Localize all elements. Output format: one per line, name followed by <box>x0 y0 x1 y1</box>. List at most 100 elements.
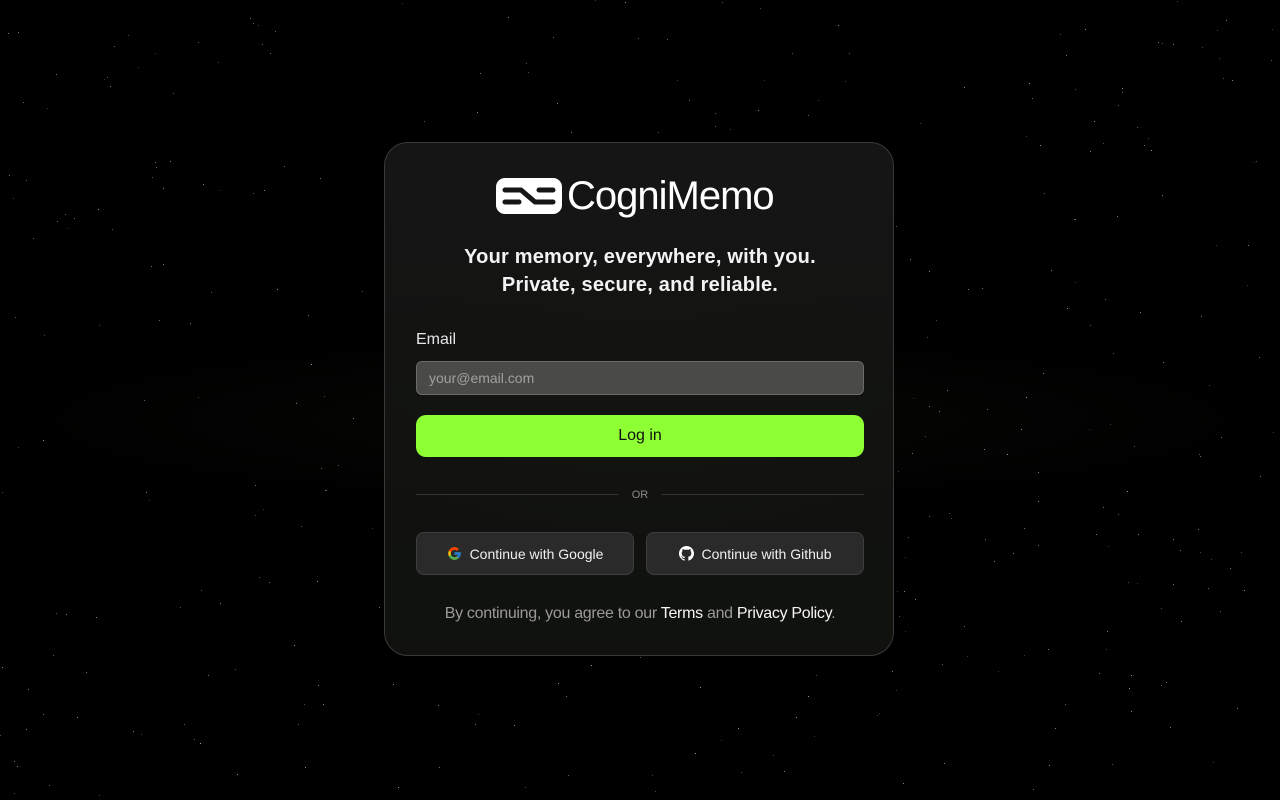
star <box>141 734 142 735</box>
star <box>528 72 529 73</box>
star <box>1216 245 1217 246</box>
star <box>480 73 481 74</box>
star <box>1247 285 1248 286</box>
email-input[interactable] <box>416 361 864 395</box>
star <box>67 228 68 229</box>
star <box>1180 550 1181 551</box>
star <box>99 795 100 796</box>
star <box>525 787 526 788</box>
star <box>250 18 251 19</box>
legal-and: and <box>706 605 733 622</box>
star <box>323 704 324 705</box>
star <box>1173 584 1174 585</box>
star <box>677 80 678 81</box>
star <box>695 753 696 754</box>
star <box>764 80 765 81</box>
continue-with-github-button[interactable]: Continue with Github <box>646 532 864 575</box>
star <box>9 175 10 176</box>
star <box>190 323 191 324</box>
star <box>1044 193 1045 194</box>
star <box>1137 583 1138 584</box>
star <box>1272 29 1273 30</box>
star <box>1161 685 1162 686</box>
star <box>1173 539 1174 540</box>
star <box>305 767 306 768</box>
login-button[interactable]: Log in <box>416 415 864 457</box>
star <box>321 468 322 469</box>
divider-label: OR <box>631 489 649 501</box>
star <box>558 683 559 684</box>
star <box>1075 282 1076 283</box>
star <box>318 685 319 686</box>
star <box>1273 432 1274 433</box>
star <box>655 791 656 792</box>
star <box>816 675 817 676</box>
star <box>818 100 819 101</box>
star <box>760 8 761 9</box>
star <box>595 0 596 1</box>
star <box>362 291 363 292</box>
star <box>14 761 15 762</box>
star <box>1103 507 1104 508</box>
star <box>1038 472 1039 473</box>
star <box>784 771 785 772</box>
star <box>514 725 515 726</box>
star <box>379 607 380 608</box>
star <box>237 774 238 775</box>
star <box>987 409 988 410</box>
star <box>255 515 256 516</box>
star <box>402 3 403 4</box>
star <box>1134 446 1135 447</box>
star <box>170 161 171 162</box>
star <box>1075 219 1076 220</box>
star <box>263 509 264 510</box>
star <box>1208 588 1209 589</box>
google-icon <box>447 547 461 560</box>
star <box>146 492 147 493</box>
star <box>53 655 54 656</box>
star <box>910 259 911 260</box>
star <box>1254 162 1255 163</box>
terms-link[interactable]: Terms <box>661 605 703 622</box>
star <box>56 613 57 614</box>
star <box>951 518 952 519</box>
star <box>235 669 236 670</box>
star <box>133 731 134 732</box>
star <box>98 209 99 210</box>
star <box>44 335 45 336</box>
tagline: Your memory, everywhere, with you. Priva… <box>385 243 895 299</box>
star <box>311 364 312 365</box>
star <box>964 626 965 627</box>
star <box>298 724 299 725</box>
star <box>151 266 152 267</box>
continue-with-google-button[interactable]: Continue with Google <box>416 532 634 575</box>
star <box>77 717 78 718</box>
star <box>208 675 209 676</box>
star <box>1170 727 1171 728</box>
privacy-policy-link[interactable]: Privacy Policy <box>737 605 832 622</box>
star <box>1138 534 1139 535</box>
star <box>23 102 24 103</box>
star <box>1221 437 1222 438</box>
star <box>155 53 156 54</box>
star <box>201 590 202 591</box>
star <box>112 229 113 230</box>
star <box>1248 245 1249 246</box>
star <box>159 320 160 321</box>
star <box>808 696 809 697</box>
star <box>304 704 305 705</box>
star <box>879 713 880 714</box>
star <box>1105 299 1106 300</box>
star <box>114 46 115 47</box>
star <box>155 162 156 163</box>
star <box>845 81 846 82</box>
legal-prefix: By continuing, you agree to our <box>444 605 657 622</box>
star <box>1140 312 1141 313</box>
star <box>259 577 260 578</box>
star <box>1128 582 1129 583</box>
star <box>1024 655 1025 656</box>
star <box>66 614 67 615</box>
star <box>700 687 701 688</box>
star <box>1090 151 1091 152</box>
star <box>1181 621 1182 622</box>
